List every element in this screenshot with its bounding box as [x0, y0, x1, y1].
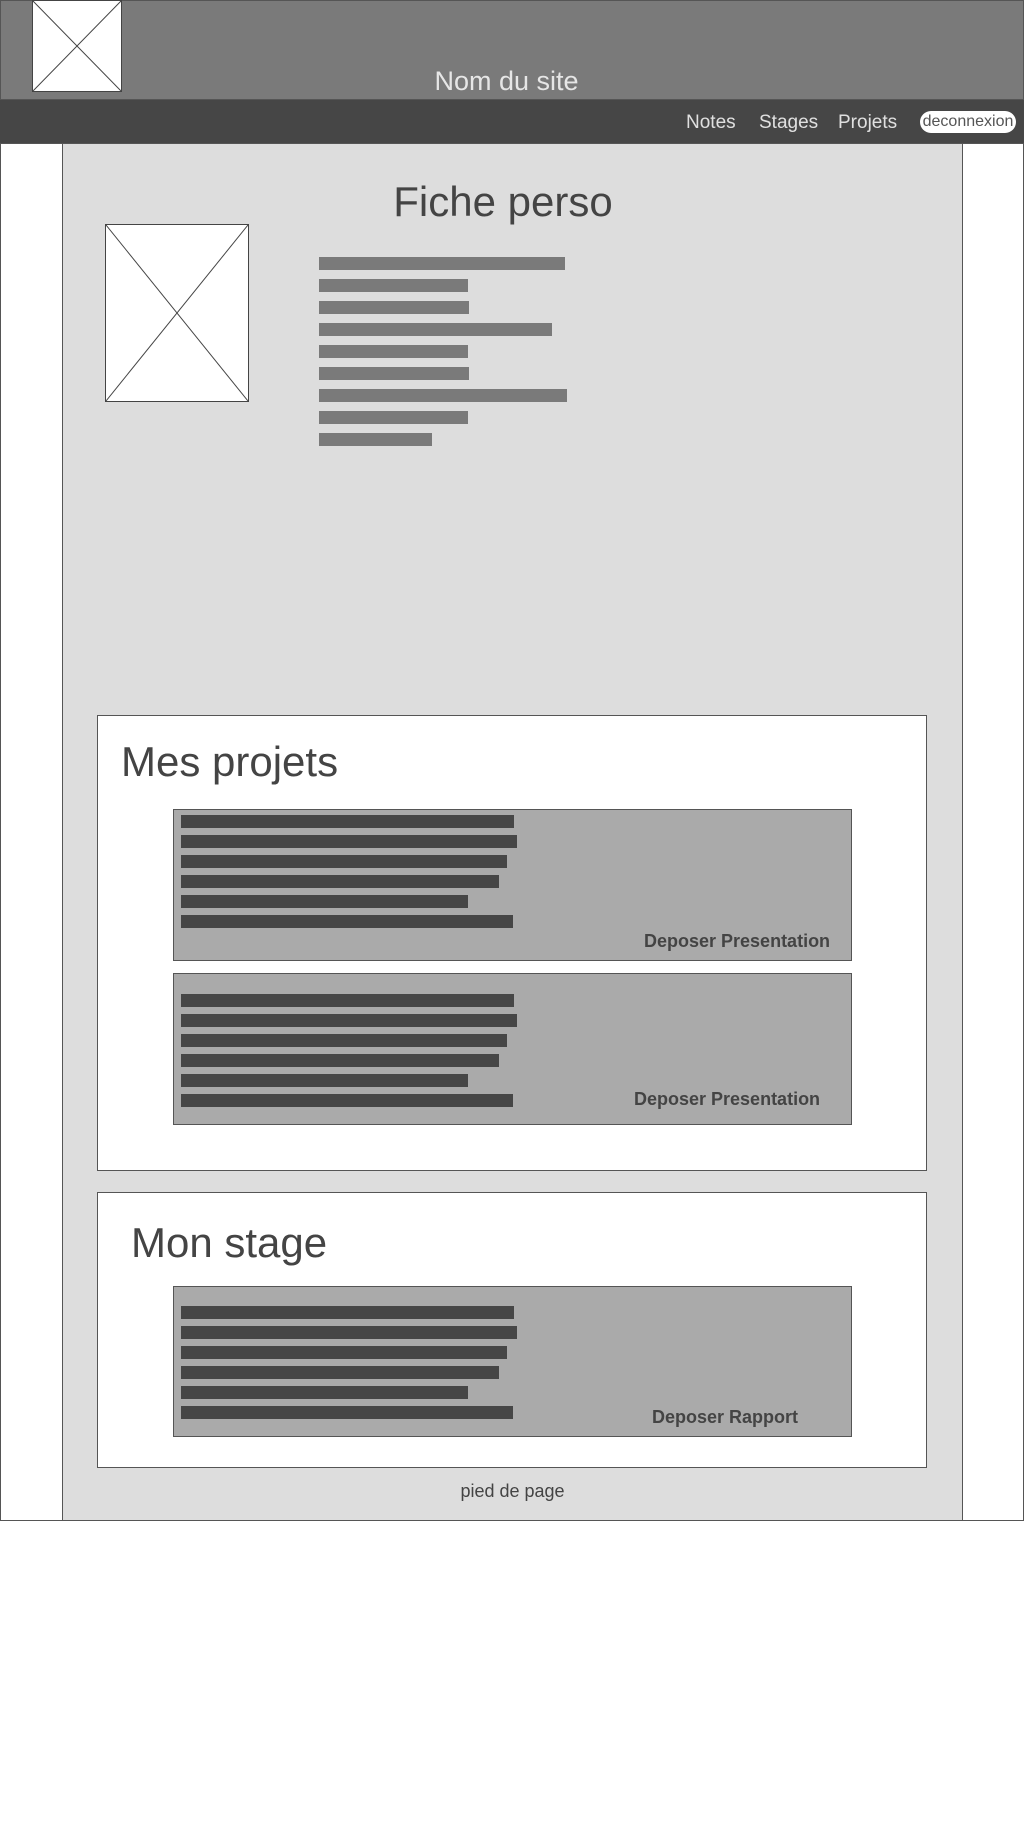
project-info-line: [181, 1034, 507, 1047]
project-info-line: [181, 875, 499, 888]
nav-item-notes[interactable]: Notes: [686, 112, 736, 134]
internship-info-line: [181, 1306, 514, 1319]
project-info-line: [181, 1014, 517, 1027]
project-info-line: [181, 1054, 499, 1067]
page-footer: pied de page: [460, 1481, 565, 1501]
internship-info-line: [181, 1346, 507, 1359]
profile-title: Fiche perso: [393, 178, 613, 225]
project-info-line: [181, 1074, 468, 1087]
project-info-line: [181, 835, 517, 848]
project-info-line: [181, 855, 507, 868]
logout-button[interactable]: deconnexion: [920, 111, 1016, 133]
projects-title: Mes projets: [121, 738, 339, 785]
profile-info-line: [319, 257, 565, 270]
project-info-line: [181, 815, 514, 828]
profile-info-line: [319, 279, 468, 292]
project-info-line: [181, 895, 468, 908]
nav-item-stages[interactable]: Stages: [759, 112, 818, 134]
upload-presentation-button[interactable]: Deposer Presentation: [644, 931, 830, 952]
project-info-line: [181, 994, 514, 1007]
profile-info-line: [319, 345, 468, 358]
internship-info-line: [181, 1406, 513, 1419]
profile-info-line: [319, 433, 432, 446]
internship-info-line: [181, 1326, 517, 1339]
upload-presentation-button[interactable]: Deposer Presentation: [634, 1089, 820, 1110]
profile-info-line: [319, 323, 552, 336]
profile-info-line: [319, 301, 469, 314]
profile-info-line: [319, 411, 468, 424]
site-title: Nom du site: [434, 66, 579, 96]
project-info-line: [181, 1094, 513, 1107]
profile-photo-placeholder-icon: [105, 224, 249, 402]
upload-report-button[interactable]: Deposer Rapport: [652, 1407, 798, 1428]
internship-title: Mon stage: [131, 1219, 328, 1266]
internship-info-line: [181, 1386, 468, 1399]
internship-info-line: [181, 1366, 499, 1379]
nav-item-projets[interactable]: Projets: [838, 112, 897, 134]
profile-info-line: [319, 367, 469, 380]
profile-info-line: [319, 389, 567, 402]
project-info-line: [181, 915, 513, 928]
